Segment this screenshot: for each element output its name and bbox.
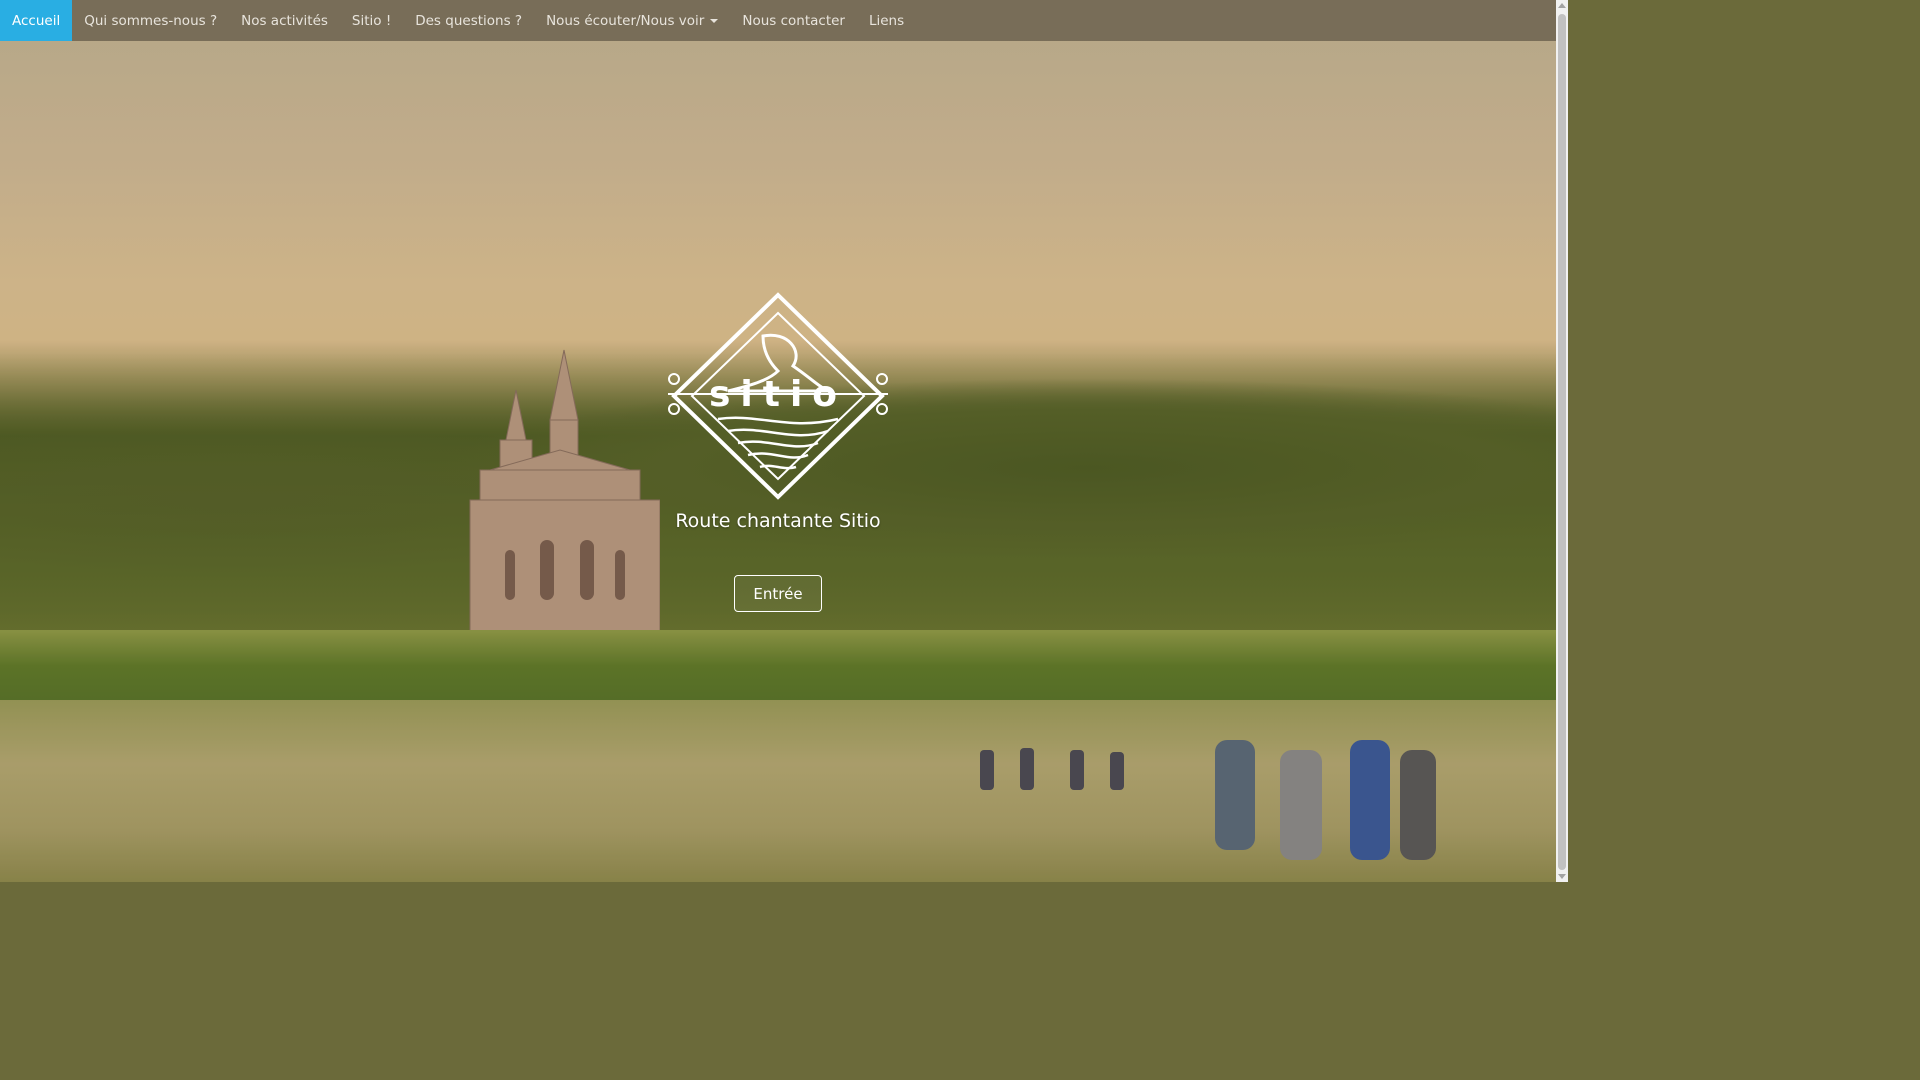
nav-item-accueil[interactable]: Accueil	[0, 0, 73, 41]
enter-button[interactable]: Entrée	[734, 575, 822, 612]
nav-item-nous-contacter[interactable]: Nous contacter	[730, 0, 857, 41]
scroll-thumb[interactable]	[1558, 14, 1566, 870]
hero-tagline: Route chantante Sitio	[675, 510, 881, 532]
nav-item-qui-sommes-nous[interactable]: Qui sommes-nous ?	[72, 0, 229, 41]
caret-down-icon	[710, 18, 719, 23]
scroll-down-icon[interactable]	[1558, 874, 1566, 879]
scroll-up-icon[interactable]	[1558, 3, 1566, 8]
nav-item-nous-ecouter-label: Nous écouter/Nous voir	[546, 12, 705, 29]
logo-wordmark: sitio	[709, 374, 847, 415]
nav-item-liens[interactable]: Liens	[857, 0, 916, 41]
page-scrollbar[interactable]	[1556, 0, 1568, 882]
top-navbar: Accueil Qui sommes-nous ? Nos activités …	[0, 0, 1556, 41]
nav-item-sitio[interactable]: Sitio !	[340, 0, 403, 41]
nav-item-nous-ecouter-dropdown[interactable]: Nous écouter/Nous voir	[534, 0, 730, 41]
nav-item-nos-activites[interactable]: Nos activités	[229, 0, 340, 41]
nav-item-des-questions[interactable]: Des questions ?	[403, 0, 534, 41]
sitio-logo: sitio	[668, 292, 888, 500]
